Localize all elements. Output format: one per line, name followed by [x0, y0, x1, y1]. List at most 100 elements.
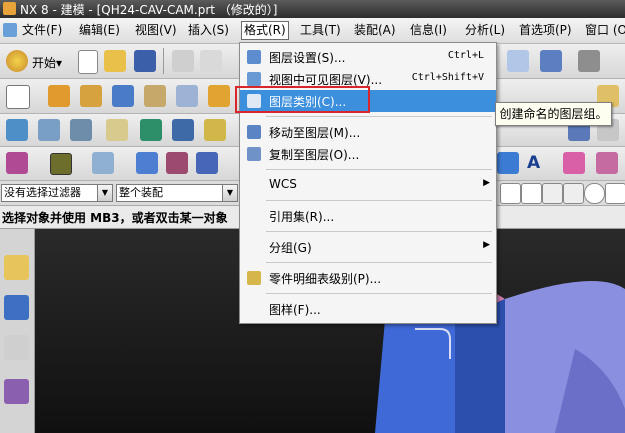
- menu-format[interactable]: 格式(R): [241, 21, 289, 40]
- menu-separator: [266, 293, 492, 294]
- start-icon[interactable]: [6, 50, 28, 72]
- printer-icon[interactable]: [578, 50, 600, 72]
- shading-icon[interactable]: [6, 152, 28, 174]
- extrude-icon[interactable]: [48, 85, 70, 107]
- model-face-front: [375, 320, 455, 433]
- cube-view-icon[interactable]: [196, 152, 218, 174]
- color-swatch-icon[interactable]: [50, 153, 72, 175]
- submenu-arrow-icon: ▶: [483, 240, 490, 250]
- resource-bar: [0, 229, 35, 433]
- open-icon[interactable]: [104, 50, 126, 72]
- chart-icon[interactable]: [497, 152, 519, 174]
- scope-value: 整个装配: [119, 186, 163, 199]
- assembly-navigator-icon[interactable]: [4, 255, 29, 280]
- reuse-library-icon[interactable]: [4, 379, 29, 404]
- snap-quadrant-icon[interactable]: [605, 183, 625, 204]
- shell-icon[interactable]: [208, 85, 230, 107]
- parts-list-level-icon: [247, 271, 261, 285]
- menu-item-shortcut: Ctrl+Shift+V: [411, 72, 484, 83]
- display-mode-icon[interactable]: [92, 152, 114, 174]
- menu-item-label: 图层设置(S)...: [269, 51, 346, 65]
- menu-separator: [266, 169, 492, 170]
- menu-bar: 文件(F) 编辑(E) 视图(V) 插入(S) 格式(R) 工具(T) 装配(A…: [0, 18, 625, 44]
- revolve-icon[interactable]: [80, 85, 102, 107]
- layer-settings-icon: [247, 50, 261, 64]
- snap-icon[interactable]: [540, 50, 562, 72]
- submenu-arrow-icon: ▶: [483, 178, 490, 188]
- menu-item-label: 分组(G): [269, 241, 312, 255]
- file-menu-icon: [3, 23, 17, 37]
- layer-stack-icon[interactable]: [38, 119, 60, 141]
- layer-icon[interactable]: [6, 119, 28, 141]
- menu-item-label: 零件明细表级别(P)...: [269, 272, 382, 286]
- menu-tools[interactable]: 工具(T): [300, 22, 341, 39]
- menu-separator: [266, 116, 492, 117]
- chevron-down-icon[interactable]: ▼: [97, 185, 112, 201]
- menu-preferences[interactable]: 首选项(P): [519, 22, 572, 39]
- type-filter-value: 没有选择过滤器: [4, 186, 81, 199]
- menu-item-label: 图样(F)...: [269, 303, 321, 317]
- new-icon[interactable]: [78, 50, 98, 74]
- menu-analysis[interactable]: 分析(L): [465, 22, 505, 39]
- menu-item-parts-list-levels[interactable]: 零件明细表级别(P)...: [240, 267, 496, 289]
- menu-item-layer-settings[interactable]: 图层设置(S)... Ctrl+L: [240, 46, 496, 68]
- start-button[interactable]: 开始▾: [32, 54, 62, 71]
- move-icon[interactable]: [507, 50, 529, 72]
- magnet-icon[interactable]: [596, 152, 618, 174]
- menu-item-label: 复制至图层(O)...: [269, 148, 360, 162]
- face-analysis-icon[interactable]: [136, 152, 158, 174]
- menu-assemblies[interactable]: 装配(A): [354, 22, 396, 39]
- blend-icon[interactable]: [176, 85, 198, 107]
- menu-information[interactable]: 信息(I): [410, 22, 447, 39]
- callout-highlight: [235, 86, 370, 113]
- menu-item-shortcut: Ctrl+L: [447, 50, 484, 61]
- menu-separator: [266, 200, 492, 201]
- hammer-icon[interactable]: [172, 119, 194, 141]
- measure-icon[interactable]: [106, 119, 128, 141]
- tooltip: 创建命名的图层组。: [495, 102, 612, 126]
- snap-endpoint-icon[interactable]: [500, 183, 521, 204]
- menu-view[interactable]: 视图(V): [135, 22, 177, 39]
- snap-intersection-icon[interactable]: [563, 183, 584, 204]
- menu-file[interactable]: 文件(F): [22, 22, 62, 39]
- format-menu-dropdown: 图层设置(S)... Ctrl+L 视图中可见图层(V)... Ctrl+Shi…: [239, 42, 497, 324]
- constraint-navigator-icon[interactable]: [4, 295, 29, 320]
- component-icon[interactable]: [204, 119, 226, 141]
- copy-icon[interactable]: [200, 50, 222, 72]
- block-icon[interactable]: [112, 85, 134, 107]
- status-prompt: 选择对象并使用 MB3，或者双击某一对象: [2, 211, 228, 225]
- cylinder-icon[interactable]: [144, 85, 166, 107]
- title-bar: NX 8 - 建模 - [QH24-CAV-CAM.prt （修改的）]: [0, 0, 625, 18]
- type-filter-select[interactable]: 没有选择过滤器 ▼: [1, 184, 113, 202]
- menu-item-reference-sets[interactable]: 引用集(R)...: [240, 205, 496, 227]
- menu-window[interactable]: 窗口 (O): [585, 22, 625, 39]
- part-navigator-icon[interactable]: [4, 335, 29, 360]
- cut-icon[interactable]: [172, 50, 194, 72]
- menu-separator: [266, 262, 492, 263]
- menu-item-copy-to-layer[interactable]: 复制至图层(O)...: [240, 143, 496, 165]
- snap-midpoint-icon[interactable]: [521, 183, 542, 204]
- assembly-icon[interactable]: [140, 119, 162, 141]
- save-icon[interactable]: [134, 50, 156, 72]
- layer-list-icon[interactable]: [70, 119, 92, 141]
- draft-analysis-icon[interactable]: [166, 152, 188, 174]
- menu-item-label: 引用集(R)...: [269, 210, 335, 224]
- menu-item-group[interactable]: 分组(G) ▶: [240, 236, 496, 258]
- move-to-layer-icon: [247, 125, 261, 139]
- text-tool-button[interactable]: A: [527, 153, 540, 173]
- window-title: NX 8 - 建模 - [QH24-CAV-CAM.prt （修改的）]: [20, 3, 278, 17]
- menu-item-move-to-layer[interactable]: 移动至图层(M)...: [240, 121, 496, 143]
- visible-layers-icon: [247, 72, 261, 86]
- menu-item-wcs[interactable]: WCS ▶: [240, 174, 496, 196]
- menu-insert[interactable]: 插入(S): [188, 22, 229, 39]
- snap-control-icon[interactable]: [542, 183, 563, 204]
- sketch-icon[interactable]: [6, 85, 30, 109]
- grid-icon[interactable]: [563, 152, 585, 174]
- menu-item-patterns[interactable]: 图样(F)...: [240, 298, 496, 320]
- menu-edit[interactable]: 编辑(E): [79, 22, 120, 39]
- chevron-down-icon[interactable]: ▼: [222, 185, 237, 201]
- scope-select[interactable]: 整个装配 ▼: [116, 184, 238, 202]
- menu-item-label: 移动至图层(M)...: [269, 126, 361, 140]
- copy-to-layer-icon: [247, 147, 261, 161]
- snap-center-icon[interactable]: [584, 183, 605, 204]
